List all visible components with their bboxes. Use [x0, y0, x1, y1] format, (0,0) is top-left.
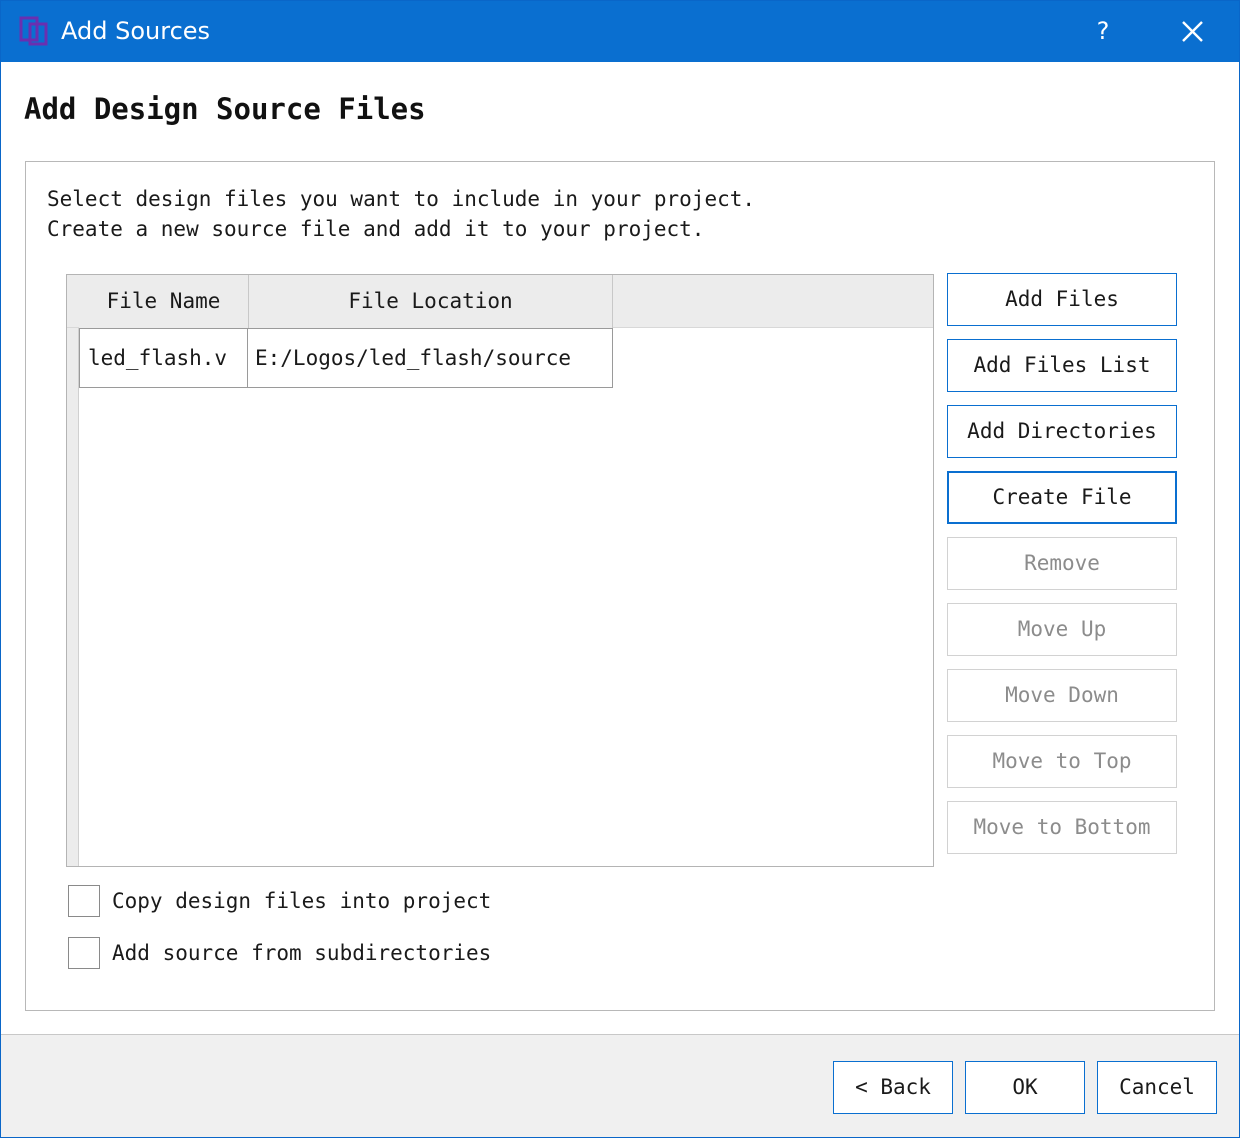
add-files-button[interactable]: Add Files: [947, 273, 1177, 326]
add-directories-button[interactable]: Add Directories: [947, 405, 1177, 458]
row-header-gutter: [67, 275, 79, 866]
subdirectories-label[interactable]: Add source from subdirectories: [112, 937, 491, 969]
move-down-button[interactable]: Move Down: [947, 669, 1177, 722]
move-to-top-button[interactable]: Move to Top: [947, 735, 1177, 788]
move-up-button[interactable]: Move Up: [947, 603, 1177, 656]
title-bar[interactable]: Add Sources ?: [1, 1, 1239, 62]
table-header: File Name File Location: [67, 275, 933, 328]
table-row[interactable]: led_flash.v E:/Logos/led_flash/source: [79, 328, 613, 388]
subdirectories-checkbox[interactable]: [68, 937, 100, 969]
page-title: Add Design Source Files: [24, 92, 426, 126]
ok-button[interactable]: OK: [965, 1061, 1085, 1114]
back-button[interactable]: < Back: [833, 1061, 953, 1114]
create-file-button[interactable]: Create File: [947, 471, 1177, 524]
help-button[interactable]: ?: [1085, 11, 1121, 51]
cancel-button[interactable]: Cancel: [1097, 1061, 1217, 1114]
source-files-table[interactable]: File Name File Location led_flash.v E:/L…: [66, 274, 934, 867]
copy-files-checkbox[interactable]: [68, 885, 100, 917]
window-title: Add Sources: [61, 17, 211, 45]
description-line-1: Select design files you want to include …: [47, 187, 756, 211]
copy-files-label[interactable]: Copy design files into project: [112, 885, 491, 917]
remove-button[interactable]: Remove: [947, 537, 1177, 590]
description-line-2: Create a new source file and add it to y…: [47, 217, 705, 241]
cell-file-name[interactable]: led_flash.v: [80, 329, 248, 387]
column-header-file-name[interactable]: File Name: [79, 275, 249, 328]
add-files-list-button[interactable]: Add Files List: [947, 339, 1177, 392]
add-sources-dialog: Add Sources ? Add Design Source Files Se…: [0, 0, 1240, 1138]
move-to-bottom-button[interactable]: Move to Bottom: [947, 801, 1177, 854]
column-header-file-location[interactable]: File Location: [249, 275, 613, 328]
cell-file-location[interactable]: E:/Logos/led_flash/source: [249, 329, 611, 387]
close-icon[interactable]: [1173, 13, 1211, 51]
app-logo-icon: [19, 16, 48, 46]
